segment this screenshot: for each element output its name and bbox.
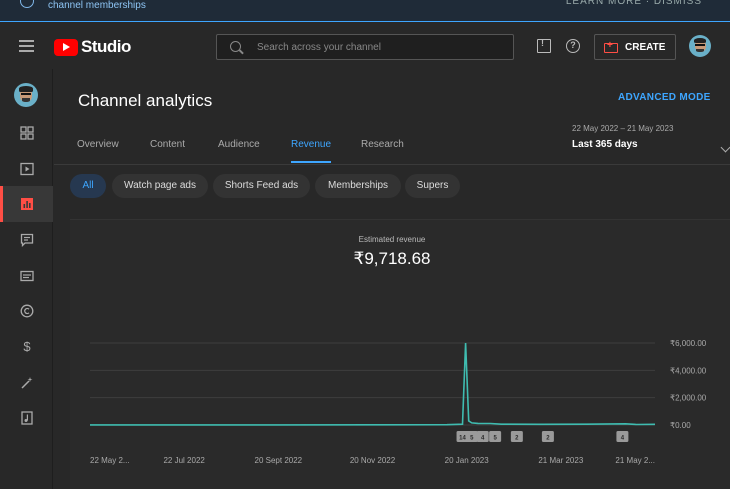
menu-icon[interactable] bbox=[19, 40, 34, 52]
comments-icon bbox=[20, 233, 34, 247]
account-avatar[interactable] bbox=[689, 35, 711, 57]
search-icon bbox=[230, 41, 241, 52]
banner-links[interactable]: LEARN MORE · DISMISS bbox=[566, 0, 702, 7]
sidebar-item-audio-library[interactable] bbox=[0, 400, 53, 436]
x-tick-label: 20 Nov 2022 bbox=[350, 456, 396, 465]
revenue-chart: ₹6,000.00 ₹4,000.00 ₹2,000.00 ₹0.00 22 May 2… bbox=[90, 339, 707, 465]
x-tick-label: 20 Jan 2023 bbox=[445, 456, 490, 465]
copyright-icon bbox=[20, 304, 34, 318]
create-label: CREATE bbox=[625, 42, 666, 53]
feedback-icon[interactable] bbox=[537, 38, 551, 53]
y-tick-label: ₹2,000.00 bbox=[670, 394, 707, 403]
dashboard-icon bbox=[20, 126, 34, 140]
y-tick-label: ₹6,000.00 bbox=[670, 339, 707, 348]
x-tick-label: 21 May 2... bbox=[615, 456, 655, 465]
y-tick-label: ₹4,000.00 bbox=[670, 366, 707, 375]
sidebar-item-copyright[interactable] bbox=[0, 293, 53, 329]
sidebar-item-earn[interactable]: $ bbox=[0, 329, 53, 365]
logo-text: Studio bbox=[81, 37, 131, 56]
top-bar: Studio ? CREATE bbox=[0, 23, 730, 69]
info-banner: channel memberships LEARN MORE · DISMISS bbox=[0, 0, 730, 22]
sidebar-item-content[interactable] bbox=[0, 151, 53, 187]
content-icon bbox=[20, 162, 34, 176]
sidebar-item-analytics[interactable] bbox=[0, 186, 53, 222]
youtube-logo-icon bbox=[54, 38, 78, 56]
info-icon bbox=[20, 0, 34, 8]
create-button[interactable]: CREATE bbox=[594, 34, 676, 60]
studio-logo[interactable]: Studio bbox=[54, 37, 131, 57]
subtitles-icon bbox=[20, 270, 34, 282]
help-icon[interactable]: ? bbox=[566, 39, 580, 53]
x-tick-label: 21 Mar 2023 bbox=[538, 456, 583, 465]
sidebar-item-dashboard[interactable] bbox=[0, 115, 53, 151]
x-tick-label: 22 May 2... bbox=[90, 456, 130, 465]
search-box bbox=[216, 34, 514, 60]
main-content: Channel analytics ADVANCED MODE Overview… bbox=[54, 69, 730, 489]
banner-text: channel memberships bbox=[48, 0, 146, 11]
y-tick-label: ₹0.00 bbox=[670, 421, 691, 430]
event-marker-label: 14 bbox=[459, 436, 466, 442]
analytics-icon bbox=[21, 198, 33, 210]
search-input[interactable] bbox=[257, 39, 497, 55]
revenue-series-line bbox=[90, 342, 656, 426]
x-tick-label: 22 Jul 2022 bbox=[163, 456, 205, 465]
sidebar-item-subtitles[interactable] bbox=[0, 258, 53, 294]
sidebar: $ bbox=[0, 69, 53, 489]
sidebar-item-comments[interactable] bbox=[0, 222, 53, 258]
sidebar-item-customisation[interactable] bbox=[0, 365, 53, 401]
audio-library-icon bbox=[21, 411, 33, 425]
channel-avatar[interactable] bbox=[14, 83, 38, 107]
dollar-icon: $ bbox=[23, 339, 31, 354]
create-video-icon bbox=[604, 40, 618, 53]
magic-wand-icon bbox=[21, 377, 33, 389]
x-tick-label: 20 Sept 2022 bbox=[255, 456, 303, 465]
